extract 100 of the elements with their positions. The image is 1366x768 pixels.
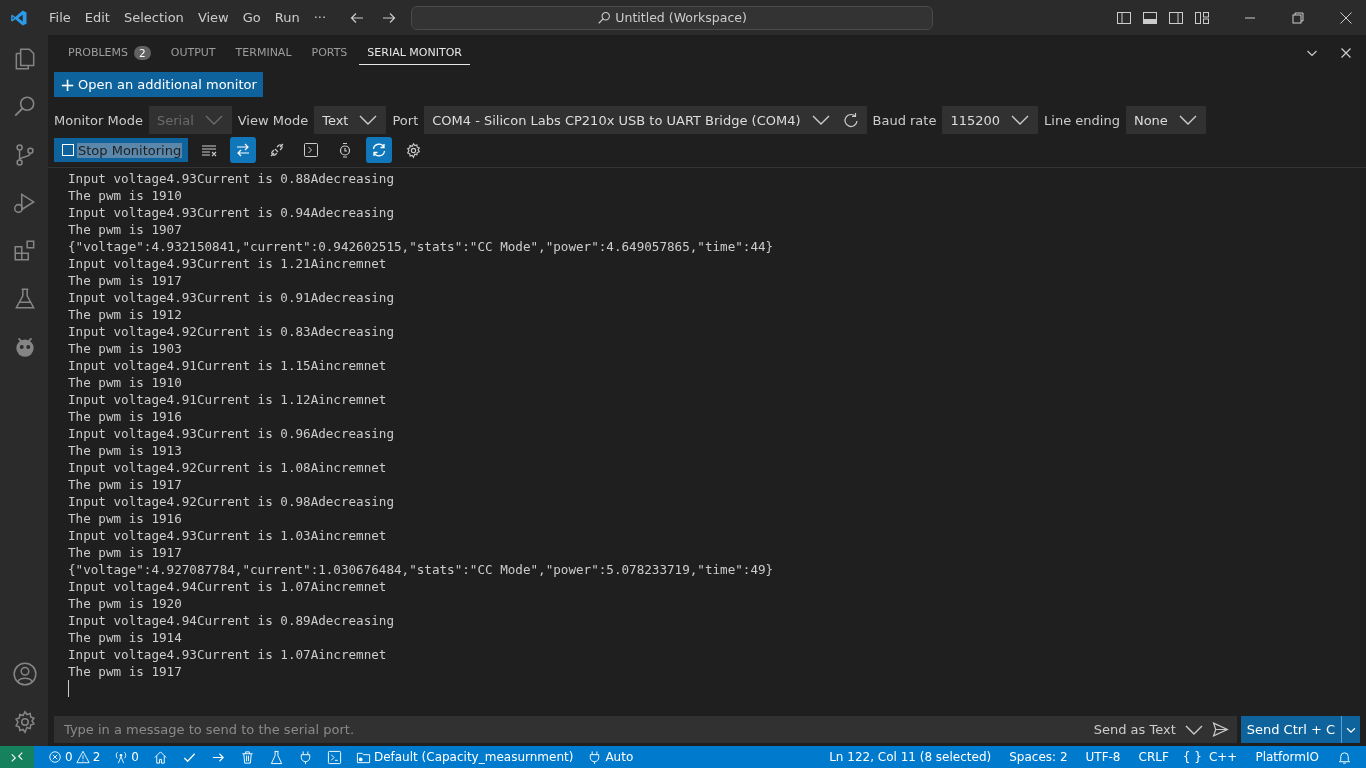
- remote-indicator[interactable]: [0, 746, 34, 768]
- home-icon[interactable]: [152, 749, 168, 765]
- stop-monitoring-button[interactable]: Stop Monitoring: [54, 138, 189, 162]
- setting-label: Monitor Mode: [54, 112, 143, 128]
- output-line: Input voltage4.94Current is 1.07Aincremnet: [68, 578, 388, 595]
- split-dropdown-button[interactable]: [1341, 716, 1360, 743]
- output-line: The pwm is 1910: [68, 374, 183, 391]
- app-logo-icon: [10, 8, 28, 27]
- flask-icon[interactable]: [268, 749, 284, 765]
- port-status[interactable]: Auto: [587, 749, 634, 765]
- output-line: Input voltage4.91Current is 1.12Aincremnet: [68, 391, 388, 408]
- chevron-down-icon: [1010, 114, 1031, 126]
- status-item[interactable]: PlatformIO: [1255, 750, 1319, 764]
- menu-item[interactable]: Edit: [77, 10, 117, 25]
- setting-label: Baud rate: [872, 112, 937, 128]
- output-line: {"voltage":4.932150841,"current":0.942602515,"stats":"CC Mode","power":4.649057865,"time":44}: [68, 238, 775, 255]
- output-line: The pwm is 1910: [68, 187, 183, 204]
- send-mode-dropdown[interactable]: Send as Text: [1093, 722, 1176, 737]
- status-item[interactable]: Spaces: 2: [1009, 750, 1068, 764]
- chevron-down-icon[interactable]: [1183, 723, 1204, 736]
- secondary-sidebar-icon[interactable]: [1168, 9, 1184, 26]
- refresh-icon[interactable]: [842, 112, 859, 128]
- swap-arrows-icon[interactable]: [235, 142, 252, 158]
- chevron-down-icon: [1177, 114, 1198, 126]
- settings-icon[interactable]: [404, 141, 422, 159]
- output-line: Input voltage4.91Current is 1.15Aincremnet: [68, 357, 388, 374]
- count-badge: 2: [134, 45, 151, 60]
- sync-icon[interactable]: [371, 142, 388, 158]
- chevron-down-icon: [810, 114, 831, 126]
- environment-status[interactable]: Default (Capacity_measurnment): [355, 749, 574, 765]
- panel-layout-icon[interactable]: [1142, 9, 1158, 26]
- clear-output-icon[interactable]: [201, 142, 218, 158]
- output-line: Input voltage4.93Current is 0.96Adecreasing: [68, 425, 396, 442]
- warning-icon: [75, 750, 90, 764]
- plug-icon[interactable]: [269, 142, 286, 158]
- sidebar-layout-icon[interactable]: [1116, 9, 1132, 26]
- output-line: Input voltage4.92Current is 0.98Adecreasing: [68, 493, 396, 510]
- problems-status[interactable]: 0 2: [48, 750, 101, 764]
- menu-item[interactable]: Selection: [116, 10, 191, 25]
- output-line: The pwm is 1914: [68, 629, 183, 646]
- status-item[interactable]: CRLF: [1138, 750, 1169, 764]
- dropdown[interactable]: COM4 - Silicon Labs CP210x USB to UART Bridge (COM4): [424, 106, 867, 134]
- account-icon[interactable]: [12, 661, 38, 687]
- output-line: Input voltage4.94Current is 0.89Adecreasing: [68, 612, 396, 629]
- error-icon: [48, 750, 62, 764]
- menu-item[interactable]: Run: [267, 10, 307, 25]
- panel-tab[interactable]: TERMINAL: [227, 40, 300, 65]
- panel-tab[interactable]: SERIAL MONITOR: [359, 40, 470, 65]
- output-line: Input voltage4.93Current is 0.88Adecreasing: [68, 170, 396, 187]
- restore-icon[interactable]: [1290, 9, 1306, 26]
- output-line: The pwm is 1920: [68, 595, 183, 612]
- output-line: The pwm is 1903: [68, 340, 183, 357]
- dropdown[interactable]: Text: [314, 106, 387, 134]
- send-icon[interactable]: [1211, 721, 1229, 738]
- chevron-down-icon: [358, 114, 379, 126]
- menu-item[interactable]: Go: [235, 10, 268, 25]
- command-center[interactable]: Untitled (Workspace): [411, 5, 934, 30]
- output-line: Input voltage4.93Current is 1.03Aincremnet: [68, 527, 388, 544]
- status-item[interactable]: Ln 122, Col 11 (8 selected): [829, 750, 992, 764]
- output-line: The pwm is 1917: [68, 544, 183, 561]
- output-line: The pwm is 1917: [68, 663, 183, 680]
- close-icon[interactable]: [1338, 9, 1354, 26]
- output-line: The pwm is 1916: [68, 510, 183, 527]
- dropdown[interactable]: 115200: [942, 106, 1039, 134]
- workspace-title: Untitled (Workspace): [615, 10, 747, 25]
- output-line: Input voltage4.92Current is 1.08Aincremnet: [68, 459, 388, 476]
- panel-tab[interactable]: PROBLEMS 2: [60, 39, 159, 66]
- search-icon: [597, 10, 612, 25]
- message-field[interactable]: Type in a message to send to the serial port. Send as Text: [54, 716, 1237, 743]
- terminal-icon[interactable]: [303, 142, 320, 158]
- menu-item[interactable]: File: [42, 10, 78, 25]
- menu-item[interactable]: ···: [306, 10, 334, 25]
- customize-layout-icon[interactable]: [1194, 9, 1210, 26]
- output-line: Input voltage4.93Current is 0.94Adecreasing: [68, 204, 396, 221]
- output-line: The pwm is 1917: [68, 272, 183, 289]
- setting-label: View Mode: [237, 112, 309, 128]
- output-line: {"voltage":4.927087784,"current":1.030676484,"stats":"CC Mode","power":5.078233719,"time":49}: [68, 561, 775, 578]
- language-status[interactable]: { } C++: [1182, 750, 1238, 764]
- output-line: The pwm is 1907: [68, 221, 183, 238]
- panel-tab[interactable]: OUTPUT: [162, 40, 224, 65]
- output-line: Input voltage4.93Current is 1.21Aincremnet: [68, 255, 388, 272]
- send-ctrl-c-button[interactable]: Send Ctrl + C: [1240, 716, 1341, 743]
- output-line: Input voltage4.93Current is 1.07Aincremnet: [68, 646, 388, 663]
- open-monitor-button[interactable]: + Open an additional monitor: [54, 72, 263, 97]
- menu-item[interactable]: View: [190, 10, 236, 25]
- antenna-icon: [114, 750, 129, 764]
- output-line: The pwm is 1917: [68, 476, 183, 493]
- remote-icon: [10, 750, 24, 764]
- text-cursor: [68, 680, 69, 697]
- dropdown[interactable]: None: [1125, 106, 1206, 134]
- trash-icon[interactable]: [239, 749, 255, 765]
- output-line: The pwm is 1912: [68, 306, 183, 323]
- bell-icon[interactable]: [1337, 749, 1352, 765]
- chevron-down-icon: [203, 114, 224, 126]
- output-line: The pwm is 1916: [68, 408, 183, 425]
- output-line: The pwm is 1913: [68, 442, 183, 459]
- status-item[interactable]: UTF-8: [1085, 750, 1121, 764]
- panel-tab[interactable]: PORTS: [303, 40, 356, 65]
- setting-label: Port: [392, 112, 419, 128]
- ports-status[interactable]: 0: [114, 750, 139, 764]
